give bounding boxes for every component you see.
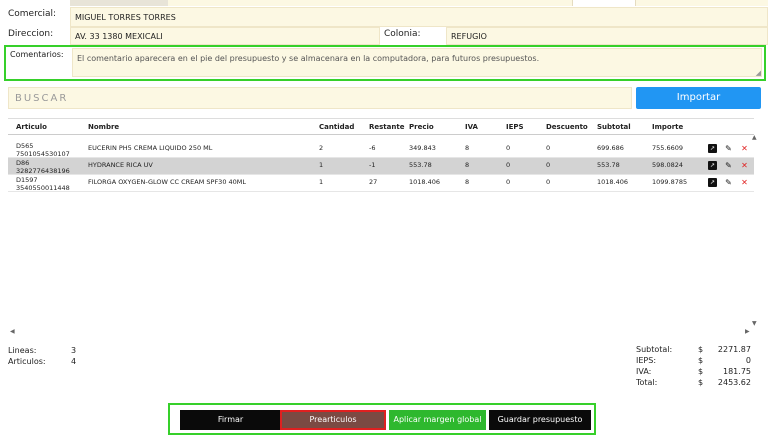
currency-symbol: $	[698, 378, 704, 387]
articles-table: Articulo Nombre Cantidad Restante Precio…	[8, 118, 754, 192]
row-subtotal: 1018.406	[597, 178, 629, 186]
guardar-presupuesto-button[interactable]: Guardar presupuesto	[489, 410, 591, 430]
lineas-label: Lineas:	[8, 346, 37, 355]
row-barcode: 3282776438196	[16, 167, 70, 175]
row-code: D86	[16, 159, 30, 167]
row-precio: 1018.406	[409, 178, 441, 186]
col-precio[interactable]: Precio	[409, 123, 434, 131]
external-link-icon[interactable]: ↗	[708, 178, 717, 187]
table-header: Articulo Nombre Cantidad Restante Precio…	[8, 118, 754, 135]
pencil-icon[interactable]: ✎	[724, 144, 733, 153]
external-link-icon[interactable]: ↗	[708, 144, 717, 153]
articulos-value: 4	[71, 357, 77, 366]
col-descuento[interactable]: Descuento	[546, 123, 588, 131]
row-descuento: 0	[546, 178, 551, 186]
row-iva: 8	[465, 161, 470, 169]
currency-symbol: $	[698, 367, 704, 376]
row-restante: -1	[369, 161, 376, 169]
row-importe: 598.0824	[652, 161, 684, 169]
close-icon[interactable]: ✕	[740, 178, 749, 187]
row-ieps: 0	[506, 144, 511, 152]
row-nombre: HYDRANCE RICA UV	[88, 161, 153, 169]
external-link-icon[interactable]: ↗	[708, 161, 717, 170]
comercial-label: Comercial:	[8, 9, 57, 19]
ieps-value: 0	[745, 356, 751, 365]
row-importe: 755.6609	[652, 144, 684, 152]
comentarios-section: Comentarios: El comentario aparecera en …	[4, 45, 766, 81]
row-precio: 553.78	[409, 161, 432, 169]
pencil-icon[interactable]: ✎	[724, 178, 733, 187]
currency-symbol: $	[698, 356, 704, 365]
col-cantidad[interactable]: Cantidad	[319, 123, 354, 131]
row-barcode: 3540550011448	[16, 184, 70, 192]
row-descuento: 0	[546, 161, 551, 169]
totals-panel: Subtotal: $ 2271.87 IEPS: $ 0 IVA: $ 181…	[636, 345, 754, 389]
row-descuento: 0	[546, 144, 551, 152]
direccion-field[interactable]: AV. 33 1380 MEXICALI	[70, 27, 380, 45]
total-label: Total:	[636, 378, 658, 387]
resize-grip-icon[interactable]: ◢	[756, 69, 761, 77]
row-cantidad: 1	[319, 161, 324, 169]
col-iva[interactable]: IVA	[465, 123, 478, 131]
top-tab-strip	[70, 0, 168, 6]
colonia-label: Colonia:	[384, 29, 421, 39]
table-row[interactable]: D565 7501054530107 EUCERIN PH5 CREMA LIQ…	[8, 141, 754, 158]
scroll-up-icon[interactable]: ▲	[752, 134, 757, 141]
subtotal-value: 2271.87	[717, 345, 751, 354]
top-tab-active	[572, 0, 636, 6]
table-row[interactable]: D86 3282776438196 HYDRANCE RICA UV 1 -1 …	[8, 158, 754, 175]
comentarios-textarea[interactable]: El comentario aparecera en el pie del pr…	[72, 48, 762, 77]
comercial-field[interactable]: MIGUEL TORRES TORRES	[70, 7, 768, 27]
row-restante: 27	[369, 178, 378, 186]
row-cantidad: 1	[319, 178, 324, 186]
colonia-field[interactable]: REFUGIO	[446, 27, 768, 45]
row-importe: 1099.8785	[652, 178, 688, 186]
lineas-value: 3	[71, 346, 77, 355]
row-subtotal: 699.686	[597, 144, 624, 152]
prearticulos-button[interactable]: Prearticulos	[280, 410, 386, 430]
pencil-icon[interactable]: ✎	[724, 161, 733, 170]
col-subtotal[interactable]: Subtotal	[597, 123, 631, 131]
row-ieps: 0	[506, 161, 511, 169]
subtotal-label: Subtotal:	[636, 345, 673, 354]
close-icon[interactable]: ✕	[740, 161, 749, 170]
summary-counts: Lineas: 3 Articulos: 4	[8, 345, 88, 367]
row-nombre: FILORGA OXYGEN-GLOW CC CREAM SPF30 40ML	[88, 178, 247, 186]
row-subtotal: 553.78	[597, 161, 620, 169]
row-precio: 349.843	[409, 144, 436, 152]
articulos-label: Articulos:	[8, 357, 46, 366]
iva-label: IVA:	[636, 367, 652, 376]
iva-value: 181.75	[723, 367, 751, 376]
row-nombre: EUCERIN PH5 CREMA LIQUIDO 250 ML	[88, 144, 213, 152]
aplicar-margen-button[interactable]: Aplicar margen global	[389, 410, 486, 430]
table-row[interactable]: D1597 3540550011448 FILORGA OXYGEN-GLOW …	[8, 175, 754, 192]
col-nombre[interactable]: Nombre	[88, 123, 119, 131]
action-button-group: Firmar Prearticulos Aplicar margen globa…	[168, 403, 596, 435]
row-restante: -6	[369, 144, 376, 152]
row-ieps: 0	[506, 178, 511, 186]
row-barcode: 7501054530107	[16, 150, 70, 158]
row-code: D1597	[16, 176, 38, 184]
currency-symbol: $	[698, 345, 704, 354]
ieps-label: IEPS:	[636, 356, 657, 365]
row-code: D565	[16, 142, 34, 150]
row-cantidad: 2	[319, 144, 324, 152]
search-input[interactable]: BUSCAR	[8, 87, 632, 109]
col-ieps[interactable]: IEPS	[506, 123, 524, 131]
top-field-strip	[70, 0, 768, 6]
firmar-button[interactable]: Firmar	[180, 410, 281, 430]
col-importe[interactable]: Importe	[652, 123, 683, 131]
col-articulo[interactable]: Articulo	[16, 123, 47, 131]
row-iva: 8	[465, 144, 470, 152]
total-value: 2453.62	[717, 378, 751, 387]
row-iva: 8	[465, 178, 470, 186]
col-restante[interactable]: Restante	[369, 123, 404, 131]
scroll-right-icon[interactable]: ▶	[745, 328, 750, 335]
scroll-left-icon[interactable]: ◀	[10, 328, 15, 335]
close-icon[interactable]: ✕	[740, 144, 749, 153]
scroll-down-icon[interactable]: ▼	[752, 320, 757, 327]
direccion-label: Direccion:	[8, 29, 54, 39]
comentarios-label: Comentarios:	[10, 50, 64, 59]
import-button[interactable]: Importar	[636, 87, 761, 109]
